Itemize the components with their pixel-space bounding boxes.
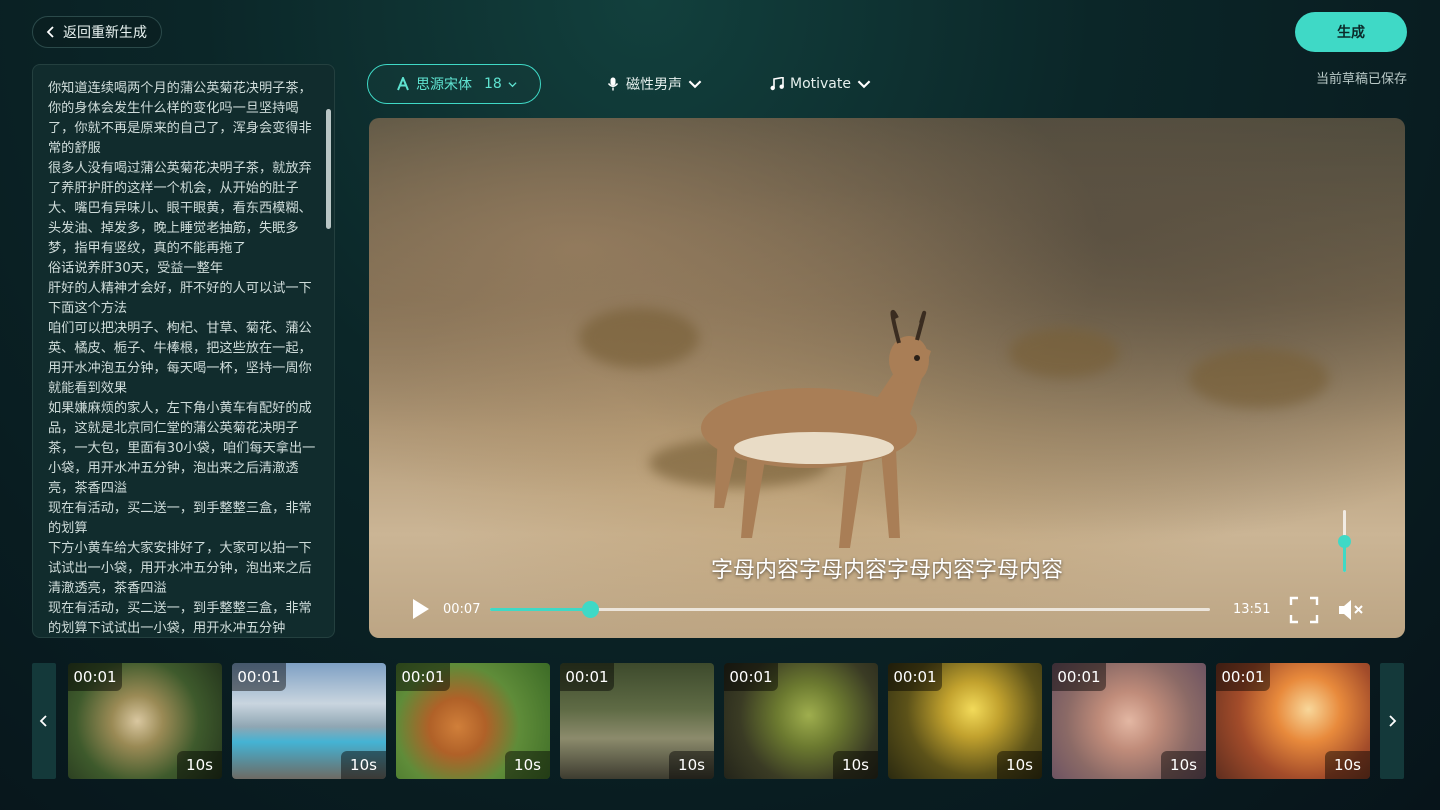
clip-duration: 10s — [1325, 751, 1370, 779]
script-panel[interactable]: 你知道连续喝两个月的蒲公英菊花决明子茶，你的身体会发生什么样的变化吗一旦坚持喝了… — [32, 64, 335, 638]
chevron-down-icon — [857, 80, 871, 89]
chevron-right-icon — [1389, 715, 1397, 727]
script-scrollbar[interactable] — [326, 109, 331, 229]
font-size: 18 — [484, 76, 502, 92]
video-preview[interactable]: 字母内容字母内容字母内容字母内容 00:07 13:51 — [369, 118, 1405, 638]
fullscreen-icon[interactable] — [1289, 596, 1319, 624]
clip-duration: 10s — [177, 751, 222, 779]
music-label: Motivate — [790, 76, 851, 92]
progress-bar[interactable] — [490, 601, 1210, 618]
font-a-icon — [397, 77, 409, 91]
clip-duration: 10s — [341, 751, 386, 779]
clip-start-time: 00:01 — [1052, 663, 1106, 691]
clips-next-button[interactable] — [1380, 663, 1404, 779]
music-note-icon — [770, 77, 784, 91]
chevron-down-icon — [508, 81, 517, 87]
clip-start-time: 00:01 — [888, 663, 942, 691]
clip-duration: 10s — [505, 751, 550, 779]
clip-thumbnail[interactable]: 00:01 10s — [560, 663, 714, 779]
clip-start-time: 00:01 — [68, 663, 122, 691]
clip-thumbnail[interactable]: 00:01 10s — [396, 663, 550, 779]
clips-prev-button[interactable] — [32, 663, 56, 779]
voice-label: 磁性男声 — [626, 77, 682, 93]
total-time: 13:51 — [1233, 602, 1271, 617]
microphone-icon — [607, 77, 619, 91]
voice-select[interactable]: 磁性男声 — [606, 64, 702, 104]
clip-start-time: 00:01 — [396, 663, 450, 691]
back-button-label: 返回重新生成 — [63, 25, 147, 41]
clip-duration: 10s — [997, 751, 1042, 779]
play-icon[interactable] — [409, 598, 431, 620]
progress-fill — [490, 608, 591, 611]
chevron-left-icon — [46, 26, 54, 38]
font-name: 思源宋体 — [416, 77, 472, 93]
clip-thumbnail[interactable]: 00:01 10s — [232, 663, 386, 779]
mute-icon[interactable] — [1337, 598, 1365, 622]
clip-start-time: 00:01 — [724, 663, 778, 691]
clip-thumbnail[interactable]: 00:01 10s — [888, 663, 1042, 779]
clip-duration: 10s — [669, 751, 714, 779]
clip-strip: 00:01 10s 00:01 10s 00:01 10s 00:01 10s … — [68, 663, 1370, 779]
clip-thumbnail[interactable]: 00:01 10s — [724, 663, 878, 779]
music-select[interactable]: Motivate — [770, 64, 871, 104]
clip-start-time: 00:01 — [232, 663, 286, 691]
generate-button[interactable]: 生成 — [1295, 12, 1407, 52]
volume-slider[interactable] — [1338, 510, 1351, 572]
chevron-left-icon — [39, 715, 47, 727]
chevron-down-icon — [688, 80, 702, 89]
clip-start-time: 00:01 — [1216, 663, 1270, 691]
current-time: 00:07 — [443, 602, 481, 617]
script-text[interactable]: 你知道连续喝两个月的蒲公英菊花决明子茶，你的身体会发生什么样的变化吗一旦坚持喝了… — [48, 79, 318, 637]
clip-thumbnail[interactable]: 00:01 10s — [1216, 663, 1370, 779]
clip-duration: 10s — [1161, 751, 1206, 779]
clip-thumbnail[interactable]: 00:01 10s — [1052, 663, 1206, 779]
clip-thumbnail[interactable]: 00:01 10s — [68, 663, 222, 779]
draft-saved-status: 当前草稿已保存 — [1315, 72, 1407, 87]
font-select[interactable]: 思源宋体 18 — [367, 64, 541, 104]
back-regenerate-button[interactable]: 返回重新生成 — [32, 16, 162, 48]
video-subtitle: 字母内容字母内容字母内容字母内容 — [710, 558, 1063, 583]
clip-duration: 10s — [833, 751, 878, 779]
clip-start-time: 00:01 — [560, 663, 614, 691]
progress-handle[interactable] — [582, 601, 600, 618]
